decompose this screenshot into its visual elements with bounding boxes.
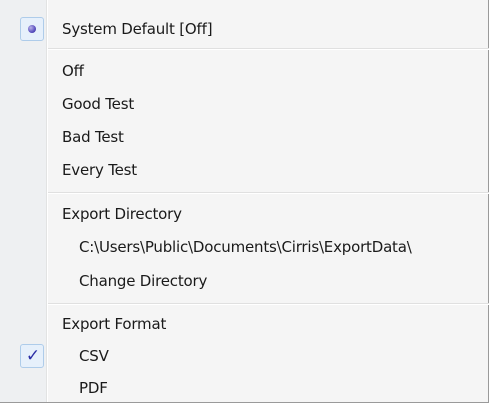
menu-item-good-test[interactable]: Good Test: [0, 89, 489, 119]
menu-item-change-directory[interactable]: Change Directory: [0, 266, 489, 296]
menu-item-label: System Default [Off]: [62, 20, 213, 38]
menu-separator-highlight: [48, 49, 489, 50]
menu-item-label: Every Test: [62, 161, 137, 179]
menu-header-export-directory: Export Directory: [0, 199, 489, 229]
menu-separator-highlight: [48, 193, 489, 194]
export-path-label: C:\Users\Public\Documents\Cirris\ExportD…: [79, 238, 412, 256]
menu-item-every-test[interactable]: Every Test: [0, 155, 489, 185]
context-menu: System Default [Off] Off Good Test Bad T…: [0, 0, 489, 403]
menu-item-label: Off: [62, 62, 84, 80]
menu-header-export-format: Export Format: [0, 309, 489, 339]
menu-item-label: CSV: [79, 347, 109, 365]
menu-separator-highlight: [48, 304, 489, 305]
menu-header-label: Export Directory: [62, 205, 182, 223]
menu-item-pdf[interactable]: PDF: [0, 373, 489, 403]
menu-item-system-default[interactable]: System Default [Off]: [0, 14, 489, 44]
menu-item-export-path[interactable]: C:\Users\Public\Documents\Cirris\ExportD…: [0, 232, 489, 262]
menu-item-bad-test[interactable]: Bad Test: [0, 122, 489, 152]
menu-item-label: PDF: [79, 379, 108, 397]
menu-item-label: Bad Test: [62, 128, 124, 146]
menu-item-label: Change Directory: [79, 272, 208, 290]
menu-header-label: Export Format: [62, 315, 167, 333]
menu-item-off[interactable]: Off: [0, 56, 489, 86]
menu-item-label: Good Test: [62, 95, 135, 113]
menu-item-csv[interactable]: CSV: [0, 341, 489, 371]
